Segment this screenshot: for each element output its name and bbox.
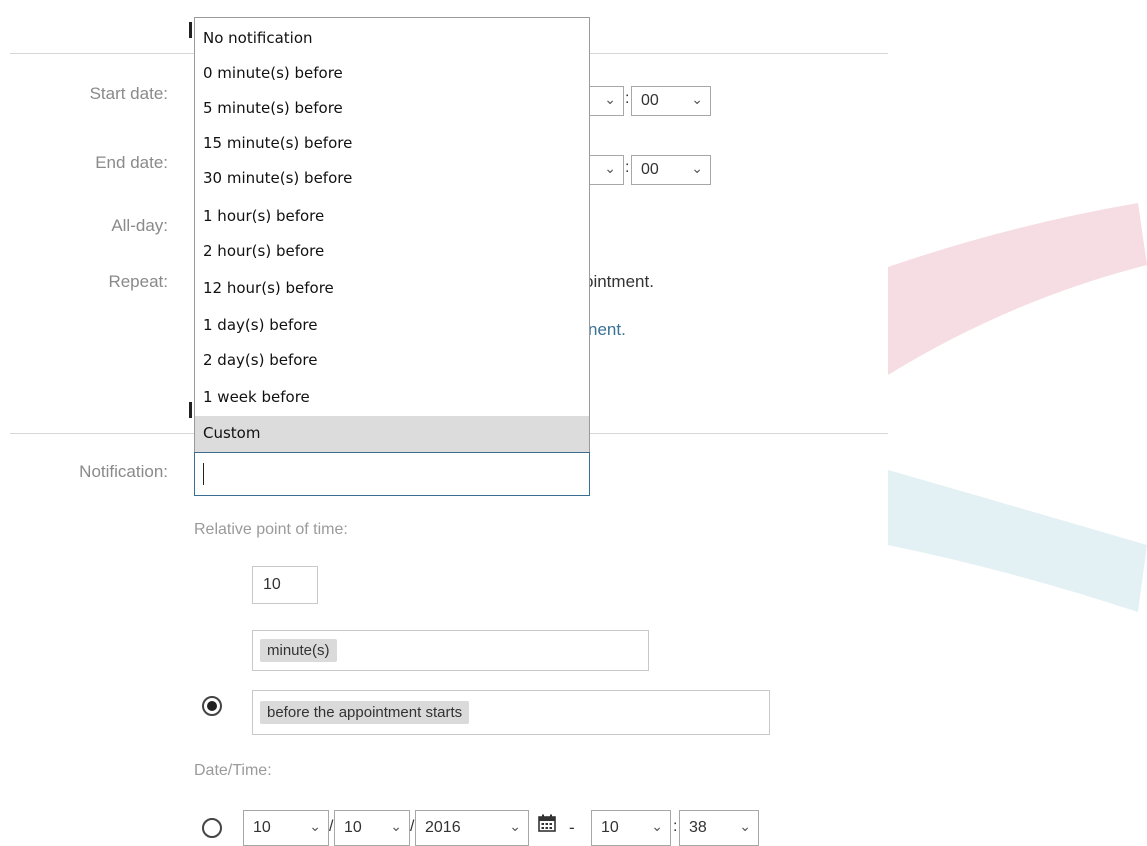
time-colon: :	[673, 818, 678, 835]
datetime-month-value: 10	[253, 819, 271, 836]
repeat-description: ointment.	[584, 272, 654, 291]
relative-radio[interactable]	[202, 696, 222, 716]
calendar-icon[interactable]	[538, 814, 556, 837]
end-date-label: End date:	[95, 153, 168, 172]
datetime-radio[interactable]	[202, 818, 222, 838]
text-caret	[203, 463, 204, 485]
end-minute-value: 00	[641, 161, 659, 178]
datetime-day-select[interactable]: 10 ⌄	[334, 810, 410, 846]
date-separator: /	[329, 818, 334, 835]
chevron-down-icon: ⌄	[691, 91, 703, 107]
notification-search-input[interactable]	[194, 452, 590, 496]
relative-amount-value: 10	[263, 576, 281, 593]
datetime-year-value: 2016	[425, 819, 461, 836]
dropdown-option[interactable]: 15 minute(s) before	[195, 126, 589, 161]
chevron-down-icon: ⌄	[604, 91, 616, 107]
chevron-down-icon: ⌄	[651, 818, 663, 834]
datetime-month-select[interactable]: 10 ⌄	[243, 810, 329, 846]
date-separator: /	[410, 818, 415, 835]
relative-unit-chip: minute(s)	[260, 639, 337, 662]
repeat-label: Repeat:	[108, 272, 168, 291]
chevron-down-icon: ⌄	[604, 160, 616, 176]
dropdown-option[interactable]: 0 minute(s) before	[195, 56, 589, 91]
time-colon: :	[625, 90, 630, 107]
relative-anchor-chip: before the appointment starts	[260, 701, 470, 724]
datetime-hour-select[interactable]: 10 ⌄	[591, 810, 671, 846]
dropdown-option[interactable]: 1 day(s) before	[195, 308, 589, 343]
dropdown-option[interactable]: 12 hour(s) before	[195, 271, 589, 306]
datetime-heading: Date/Time:	[194, 762, 272, 779]
start-minute-value: 00	[641, 92, 659, 109]
time-dash: -	[569, 818, 575, 837]
relative-heading: Relative point of time:	[194, 521, 348, 538]
chevron-down-icon: ⌄	[309, 818, 321, 834]
all-day-label: All-day:	[111, 216, 168, 235]
datetime-minute-value: 38	[689, 819, 707, 836]
relative-unit-select[interactable]: minute(s)	[252, 630, 649, 671]
relative-amount-input[interactable]: 10	[252, 566, 318, 604]
datetime-day-value: 10	[344, 819, 362, 836]
dropdown-option[interactable]: 2 day(s) before	[195, 343, 589, 378]
dropdown-option[interactable]: 5 minute(s) before	[195, 91, 589, 126]
relative-anchor-select[interactable]: before the appointment starts	[252, 690, 770, 735]
datetime-hour-value: 10	[601, 819, 619, 836]
dropdown-option[interactable]: 1 week before	[195, 380, 589, 415]
dropdown-option[interactable]: 2 hour(s) before	[195, 234, 589, 269]
notification-dropdown-list[interactable]: No notification 0 minute(s) before 5 min…	[194, 17, 590, 453]
cyan-arc	[888, 470, 1147, 612]
chevron-down-icon: ⌄	[691, 160, 703, 176]
hidden-heading-marker	[189, 402, 192, 418]
datetime-year-select[interactable]: 2016 ⌄	[415, 810, 529, 846]
time-colon: :	[625, 159, 630, 176]
datetime-minute-select[interactable]: 38 ⌄	[679, 810, 759, 846]
chevron-down-icon: ⌄	[739, 818, 751, 834]
chevron-down-icon: ⌄	[390, 818, 402, 834]
dropdown-option[interactable]: 1 hour(s) before	[195, 199, 589, 234]
dropdown-option[interactable]: No notification	[195, 21, 589, 56]
start-minute-select[interactable]: 00 ⌄	[631, 86, 711, 116]
red-arc	[888, 203, 1147, 375]
end-minute-select[interactable]: 00 ⌄	[631, 155, 711, 185]
repeat-edit-link[interactable]: nent.	[588, 320, 626, 340]
notification-label: Notification:	[79, 462, 168, 481]
start-date-label: Start date:	[89, 84, 168, 103]
dropdown-option-selected[interactable]: Custom	[195, 416, 589, 452]
dropdown-option[interactable]: 30 minute(s) before	[195, 161, 589, 196]
chevron-down-icon: ⌄	[509, 818, 521, 834]
hidden-heading-marker	[189, 22, 192, 38]
